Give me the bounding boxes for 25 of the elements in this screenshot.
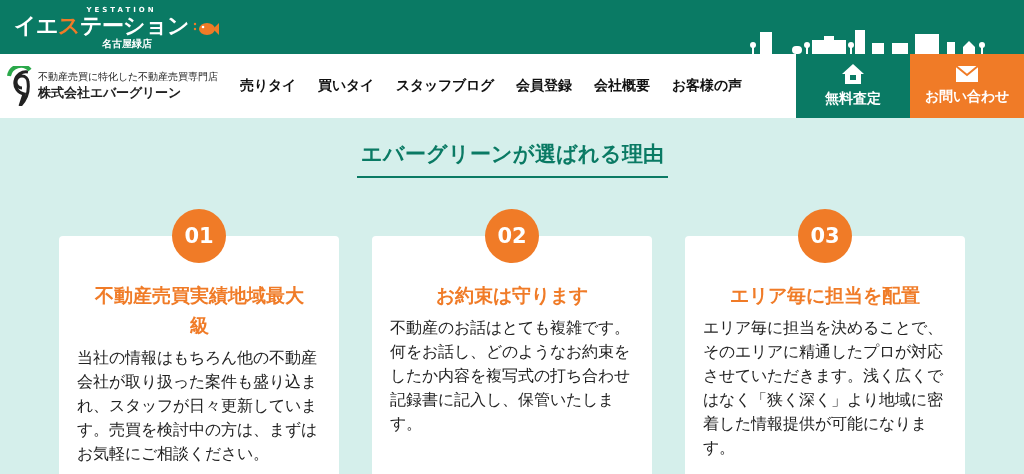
card-text: 当社の情報はもちろん他の不動産会社が取り扱った案件も盛り込まれ、スタッフが日々更新しています。売買を検討中の方は、まずはお気軽にご相談ください。 xyxy=(77,347,318,465)
card-title: エリア毎に担当を配置 xyxy=(729,283,921,308)
number-badge: 03 xyxy=(798,209,852,263)
card-text: 不動産のお話はとても複雑です。何をお話し、どのようなお約束をしたか内容を複写式の打ち合わせ記録書に記入し、保管いたします。 xyxy=(390,317,631,435)
number-badge: 02 xyxy=(485,209,539,263)
number-badge: 01 xyxy=(172,209,226,263)
branch-name: 名古屋緑店 xyxy=(101,38,152,49)
card-title: お約束は守ります xyxy=(435,283,589,308)
fish-icon xyxy=(193,20,219,36)
card-text: エリア毎に担当を決めることで、そのエリアに精通したプロが対応させていただきます。浅く広くではなく「狭く深く」より地域に密着した情報提供が可能になります。 xyxy=(703,317,944,459)
card-title: 不動産売買実績地域最大級 xyxy=(93,283,305,338)
home-icon xyxy=(842,64,864,84)
logo-name: イエステーション xyxy=(14,14,189,38)
appraisal-button[interactable]: 無料査定 xyxy=(796,54,910,118)
nav-link[interactable]: 買いタイ xyxy=(318,77,374,95)
company-logo-icon xyxy=(6,66,32,106)
company-name: 株式会社エバーグリーン xyxy=(38,84,182,102)
nav-link[interactable]: 会社概要 xyxy=(594,77,650,95)
nav-link[interactable]: 売りタイ xyxy=(240,77,296,95)
section-heading: エバーグリーンが選ばれる理由 xyxy=(356,140,668,178)
nav-link[interactable]: お客様の声 xyxy=(672,77,742,95)
mail-icon xyxy=(956,66,978,82)
company-tagline: 不動産売買に特化した不動産売買専門店 xyxy=(38,70,218,84)
nav-link[interactable]: スタッフブログ xyxy=(396,77,494,95)
nav-link[interactable]: 会員登録 xyxy=(516,77,572,95)
